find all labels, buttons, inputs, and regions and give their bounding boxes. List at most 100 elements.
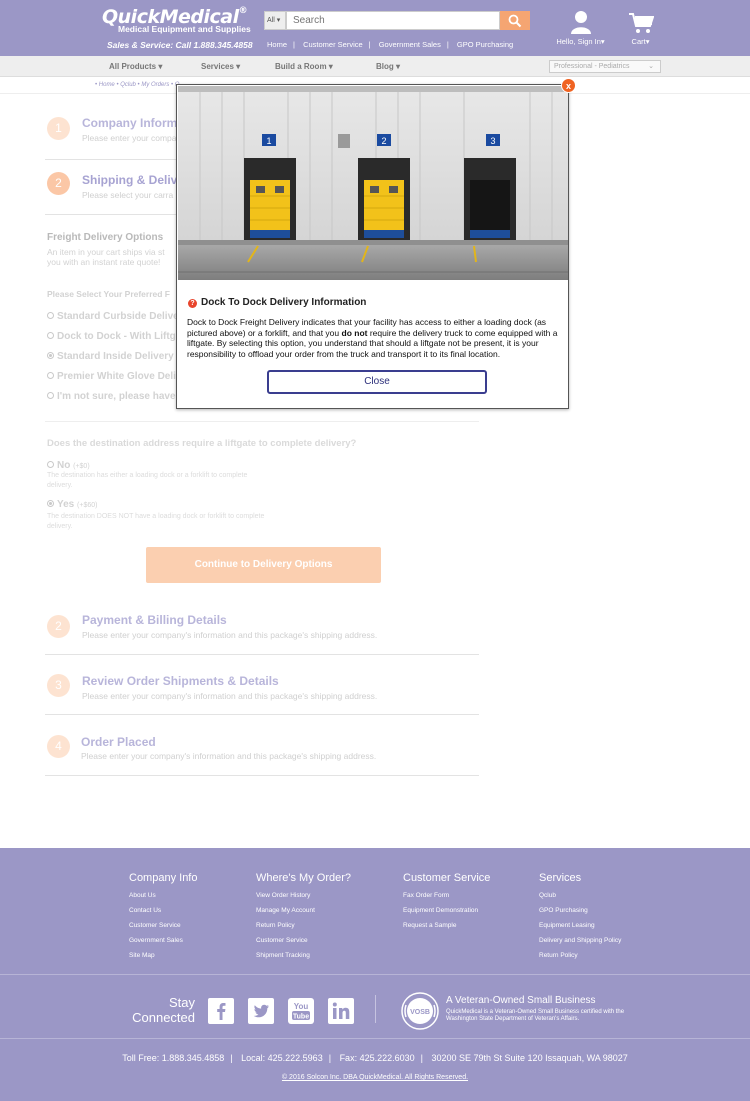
cart-label: Cart	[631, 37, 646, 46]
footer-column-company: Company Info About Us Contact Us Custome…	[129, 872, 197, 967]
footer-column-title: Company Info	[129, 872, 198, 884]
modal-close-button[interactable]: Close	[267, 370, 487, 394]
footer-link[interactable]: GPO Purchasing	[539, 907, 621, 914]
liftgate-no-option[interactable]: No (+$0)	[47, 460, 90, 471]
footer-link[interactable]: Manage My Account	[256, 907, 351, 914]
step-subtitle: Please enter your company's information …	[82, 691, 378, 701]
checkout-step-review: 3 Review Order Shipments & Details Pleas…	[45, 665, 479, 715]
option-label: Premier White Glove Deliv	[57, 371, 182, 382]
fax-number: Fax: 425.222.6030	[339, 1053, 415, 1063]
search-scope-select[interactable]: All ▾	[264, 11, 286, 30]
option-dock-to-dock[interactable]: Dock to Dock - With Liftga	[47, 331, 181, 342]
footer-link[interactable]: Site Map	[129, 952, 197, 959]
chevron-down-icon: ⌄	[648, 63, 654, 70]
loading-dock-image: 1 2 3	[178, 86, 568, 280]
cart-icon	[628, 13, 654, 33]
footer-link[interactable]: View Order History	[256, 892, 351, 899]
profession-value: Professional - Pediatrics	[554, 63, 630, 70]
preferred-delivery-label: Please Select Your Preferred F	[47, 289, 170, 299]
nav-gpo-purchasing[interactable]: GPO Purchasing	[457, 40, 513, 49]
checkout-step-payment: 2 Payment & Billing Details Please enter…	[45, 605, 479, 655]
footer-link[interactable]: Delivery and Shipping Policy	[539, 937, 621, 944]
radio-button[interactable]	[47, 312, 54, 319]
sign-in-menu[interactable]: Hello, Sign In▾	[553, 10, 608, 46]
footer-column-orders: Where's My Order? View Order History Man…	[256, 872, 351, 967]
radio-button[interactable]	[47, 372, 54, 379]
liftgate-no-label: No	[57, 460, 71, 471]
step-subtitle: Please enter your compa	[82, 133, 177, 143]
option-white-glove[interactable]: Premier White Glove Deliv	[47, 371, 182, 382]
footer-link[interactable]: Contact Us	[129, 907, 197, 914]
top-nav: Home | Customer Service | Government Sales…	[267, 40, 513, 49]
close-icon[interactable]: x	[561, 78, 576, 93]
connected-label: Connected	[132, 1010, 195, 1025]
twitter-icon[interactable]	[248, 998, 274, 1024]
step-number: 4	[47, 735, 70, 758]
nav-build-a-room[interactable]: Build a Room ▾	[275, 62, 333, 71]
footer-link[interactable]: Government Sales	[129, 937, 197, 944]
step-number: 3	[47, 674, 70, 697]
freight-desc-line2: you with an instant rate quote!	[47, 257, 161, 267]
vosb-badge-text: VOSB	[410, 1009, 430, 1016]
nav-all-products[interactable]: All Products ▾	[109, 62, 162, 71]
footer-link[interactable]: Customer Service	[129, 922, 197, 929]
radio-button[interactable]	[47, 461, 54, 468]
copyright[interactable]: © 2016 Solcon Inc. DBA QuickMedical. All…	[0, 1074, 750, 1081]
footer-link[interactable]: Fax Order Form	[403, 892, 490, 899]
vosb-title: A Veteran-Owned Small Business	[446, 995, 596, 1006]
footer-link[interactable]: Qclub	[539, 892, 621, 899]
freight-desc-line1: An item in your cart ships via st	[47, 247, 165, 257]
radio-button[interactable]	[47, 392, 54, 399]
footer-link[interactable]: Equipment Demonstration	[403, 907, 490, 914]
footer-link[interactable]: Customer Service	[256, 937, 351, 944]
freight-options-title: Freight Delivery Options	[47, 232, 164, 243]
footer-link[interactable]: About Us	[129, 892, 197, 899]
option-standard-inside[interactable]: Standard Inside Delivery	[47, 351, 174, 362]
step-title: Company Informa	[82, 116, 185, 130]
radio-button-checked[interactable]	[47, 352, 54, 359]
nav-separator: |	[368, 40, 371, 49]
breadcrumb[interactable]: • Home • Qclub • My Orders • O	[95, 82, 179, 88]
search-input[interactable]	[286, 11, 500, 30]
youtube-icon[interactable]: You Tube	[288, 998, 314, 1024]
radio-button[interactable]	[47, 332, 54, 339]
footer-link[interactable]: Return Policy	[539, 952, 621, 959]
svg-text:You: You	[294, 1002, 309, 1011]
footer-column-title: Services	[539, 872, 582, 884]
toll-free-number[interactable]: Toll Free: 1.888.345.4858	[122, 1053, 224, 1063]
liftgate-question: Does the destination address require a l…	[47, 438, 357, 449]
profession-select[interactable]: Professional - Pediatrics ⌄	[549, 60, 661, 73]
liftgate-yes-price: (+$60)	[77, 502, 98, 509]
step-subtitle: Please select your carra	[82, 190, 174, 200]
modal-body-emphasis: do not	[341, 327, 368, 338]
nav-government-sales[interactable]: Government Sales	[379, 40, 441, 49]
sign-in-label: Hello, Sign In	[556, 37, 601, 46]
liftgate-yes-option[interactable]: Yes (+$60)	[47, 499, 97, 510]
footer-link[interactable]: Shipment Tracking	[256, 952, 351, 959]
dock-delivery-modal: 1 2 3 ? Dock To Dock Delivery Informatio…	[176, 84, 569, 409]
search-button[interactable]	[500, 11, 530, 30]
nav-customer-service[interactable]: Customer Service	[303, 40, 363, 49]
footer-column-title: Where's My Order?	[256, 872, 352, 884]
nav-all-products-label: All Products	[109, 62, 157, 71]
radio-button-checked[interactable]	[47, 500, 54, 507]
continue-to-delivery-button[interactable]: Continue to Delivery Options	[146, 547, 381, 583]
option-not-sure[interactable]: I'm not sure, please have	[47, 391, 176, 402]
step-subtitle: Please enter your company's information …	[81, 751, 377, 761]
footer-link[interactable]: Equipment Leasing	[539, 922, 621, 929]
footer-divider	[0, 974, 750, 975]
svg-text:Tube: Tube	[293, 1014, 309, 1021]
dock-number-2: 2	[381, 136, 386, 146]
nav-blog[interactable]: Blog ▾	[376, 62, 400, 71]
cart-menu[interactable]: Cart▾	[623, 12, 658, 46]
footer-link[interactable]: Request a Sample	[403, 922, 490, 929]
contact-separator: |	[420, 1053, 423, 1063]
linkedin-icon[interactable]	[328, 998, 354, 1024]
footer-link[interactable]: Return Policy	[256, 922, 351, 929]
contact-separator: |	[328, 1053, 332, 1063]
facebook-icon[interactable]	[208, 998, 234, 1024]
nav-services[interactable]: Services ▾	[201, 62, 240, 71]
nav-home[interactable]: Home	[267, 40, 287, 49]
local-number[interactable]: Local: 425.222.5963	[241, 1053, 323, 1063]
option-standard-curbside[interactable]: Standard Curbside Delive	[47, 311, 179, 322]
